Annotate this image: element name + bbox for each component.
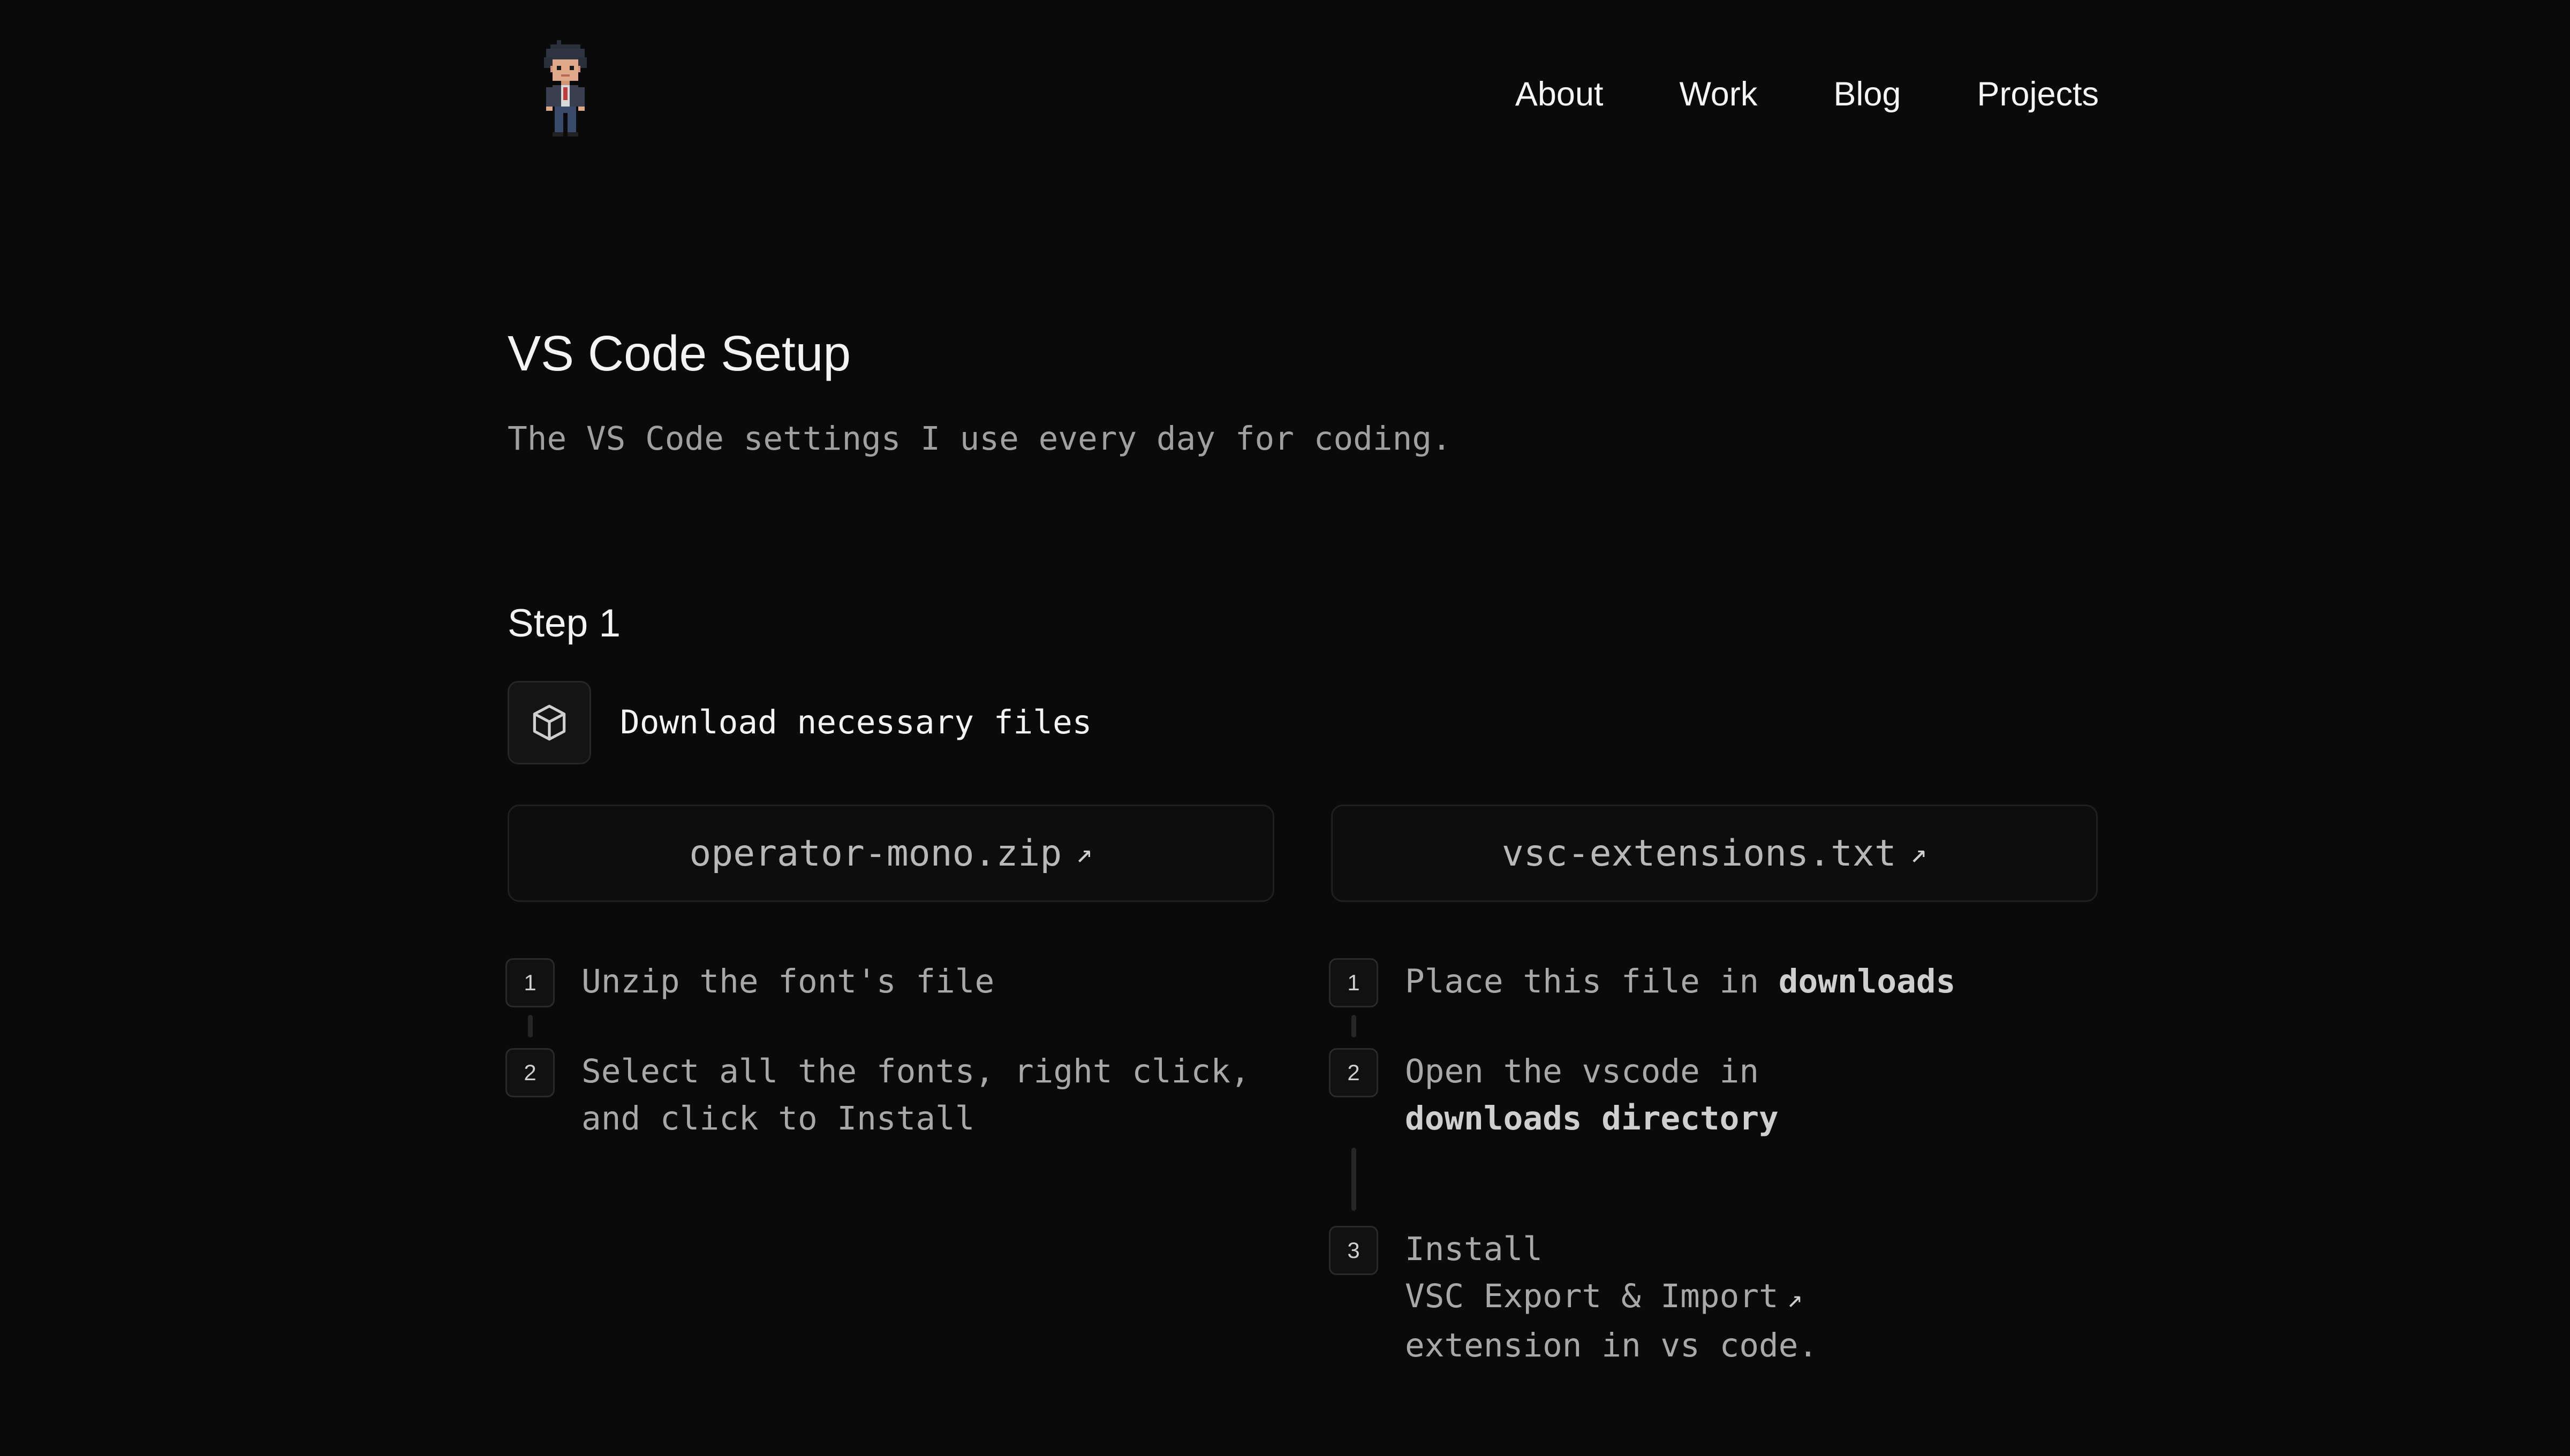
step-number-badge: 1: [505, 958, 555, 1007]
step-text: Place this file in: [1405, 962, 1779, 1000]
extension-steps-list: 1 Place this file in downloads 2 Open th…: [1329, 958, 2100, 1369]
file-name: operator-mono.zip: [689, 832, 1062, 875]
nav-link-blog[interactable]: Blog: [1833, 69, 1901, 120]
external-link-icon: ↗: [1910, 837, 1928, 869]
package-icon: [533, 704, 566, 741]
step-text: and click to Install: [581, 1099, 975, 1138]
vsc-export-import-link[interactable]: VSC Export & Import ↗: [1405, 1277, 1803, 1315]
step-text: Unzip the font's file: [581, 962, 995, 1000]
list-item: 1 Unzip the font's file: [505, 958, 1276, 1007]
step-number-badge: 3: [1329, 1226, 1378, 1275]
nav-link-about[interactable]: About: [1515, 69, 1604, 120]
page-subtitle: The VS Code settings I use every day for…: [508, 420, 1452, 458]
step-text-bold: downloads: [1778, 962, 1956, 1000]
step-text: extension in vs code.: [1405, 1326, 1818, 1364]
avatar-logo[interactable]: [540, 40, 591, 143]
step-number-badge: 2: [1329, 1048, 1378, 1097]
step-connector: [1351, 1015, 1356, 1037]
font-steps-list: 1 Unzip the font's file 2 Select all the…: [505, 958, 1276, 1142]
file-name: vsc-extensions.txt: [1501, 832, 1896, 875]
main-nav: About Work Blog Projects: [1439, 69, 2099, 120]
link-text: VSC Export & Import: [1405, 1277, 1779, 1315]
nav-link-work[interactable]: Work: [1679, 69, 1757, 120]
download-vsc-extensions-button[interactable]: vsc-extensions.txt ↗: [1331, 805, 2098, 902]
step-text-bold: downloads directory: [1405, 1099, 1779, 1138]
page-title: VS Code Setup: [508, 325, 851, 381]
download-operator-mono-button[interactable]: operator-mono.zip ↗: [508, 805, 1274, 902]
external-link-icon: ↗: [1787, 1284, 1803, 1314]
external-link-icon: ↗: [1076, 837, 1093, 869]
step-connector: [528, 1015, 533, 1037]
pixel-character-icon: [544, 40, 587, 136]
step-heading: Step 1: [508, 602, 621, 645]
step-number-badge: 1: [1329, 958, 1378, 1007]
list-item: 3 Install VSC Export & Import ↗ extension…: [1329, 1226, 2100, 1369]
step-text: Select all the fonts, right click,: [581, 1052, 1250, 1090]
list-item: 1 Place this file in downloads: [1329, 958, 2100, 1007]
step-text: Install: [1405, 1230, 1543, 1268]
step-text: Open the vscode in: [1405, 1052, 1759, 1090]
list-item: 2 Select all the fonts, right click, and…: [505, 1048, 1276, 1142]
step-icon-box: [508, 681, 591, 764]
list-item: 2 Open the vscode in downloads directory: [1329, 1048, 2100, 1142]
step-number-badge: 2: [505, 1048, 555, 1097]
site-header: About Work Blog Projects: [508, 0, 2099, 177]
step-description: Download necessary files: [620, 703, 1092, 741]
step-connector: [1351, 1148, 1356, 1211]
nav-link-projects[interactable]: Projects: [1977, 69, 2099, 120]
